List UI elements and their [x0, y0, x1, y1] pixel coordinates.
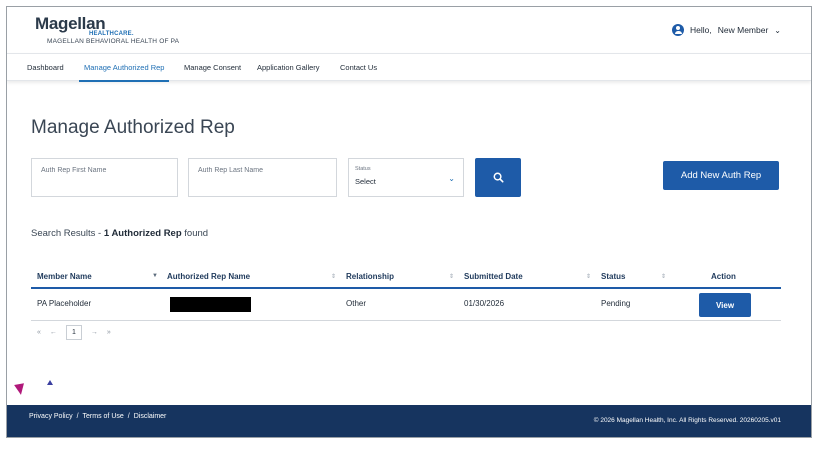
next-page-icon[interactable]: → — [91, 329, 98, 336]
status-cell: Pending — [601, 299, 631, 308]
footer-separator: / — [127, 413, 130, 420]
app-frame: Magellan HEALTHCARE. MAGELLAN BEHAVIORAL… — [6, 6, 812, 438]
sort-icon[interactable]: ⇕ — [586, 273, 591, 280]
chevron-down-icon: ⌄ — [448, 174, 455, 183]
first-name-input[interactable] — [32, 159, 177, 196]
footer-separator: / — [76, 413, 79, 420]
prev-page-icon[interactable]: ← — [50, 329, 57, 336]
col-status[interactable]: Status — [601, 272, 625, 281]
col-action: Action — [711, 272, 736, 281]
col-authorized-rep-name[interactable]: Authorized Rep Name — [167, 272, 250, 281]
first-name-field[interactable] — [31, 158, 178, 197]
pagination: « ← 1 → » — [37, 325, 111, 340]
view-button[interactable]: View — [699, 293, 751, 317]
page-title: Manage Authorized Rep — [31, 117, 235, 138]
search-icon — [493, 172, 504, 183]
org-name: MAGELLAN BEHAVIORAL HEALTH OF PA — [47, 38, 180, 45]
copyright-text: © 2026 Magellan Health, Inc. All Rights … — [593, 417, 781, 424]
footer-links: Privacy Policy / Terms of Use / Disclaim… — [29, 413, 166, 420]
user-avatar-icon — [672, 24, 685, 36]
relationship-cell: Other — [346, 299, 367, 308]
page-number-current[interactable]: 1 — [65, 325, 82, 340]
results-count: 1 Authorized Rep — [103, 228, 182, 239]
nav-application-gallery[interactable]: Application Gallery — [257, 54, 320, 82]
nav-dashboard[interactable]: Dashboard — [27, 54, 64, 82]
nav-manage-consent[interactable]: Manage Consent — [184, 54, 241, 82]
nav-contact-us[interactable]: Contact Us — [340, 54, 377, 82]
chevron-down-icon: ⌄ — [774, 25, 781, 35]
col-relationship[interactable]: Relationship — [346, 272, 394, 281]
search-button[interactable] — [475, 158, 521, 197]
table-row: PA Placeholder Other 01/30/2026 Pending … — [31, 289, 781, 321]
footer-link-disclaimer[interactable]: Disclaimer — [134, 413, 167, 420]
status-value: Select — [355, 177, 376, 186]
status-label: Status — [355, 166, 371, 172]
last-name-field[interactable] — [188, 158, 337, 197]
table-header: Member Name ▼ Authorized Rep Name ⇕ Rela… — [31, 265, 781, 289]
main-nav: Dashboard Manage Authorized Rep Manage C… — [7, 53, 811, 82]
cursor-mark-icon — [14, 383, 26, 396]
sort-icon[interactable]: ⇕ — [449, 273, 454, 280]
first-page-icon[interactable]: « — [37, 329, 41, 336]
sort-desc-icon[interactable]: ▼ — [152, 273, 158, 279]
member-name-cell: PA Placeholder — [37, 299, 92, 308]
submitted-date-cell: 01/30/2026 — [464, 299, 505, 308]
triangle-mark-icon — [47, 380, 53, 385]
footer-link-privacy-policy[interactable]: Privacy Policy — [29, 413, 73, 420]
footer-link-terms-of-use[interactable]: Terms of Use — [83, 413, 124, 420]
search-results-summary: Search Results - 1 Authorized Rep found — [31, 228, 208, 239]
user-name: New Member — [717, 25, 769, 35]
footer: Privacy Policy / Terms of Use / Disclaim… — [7, 405, 811, 437]
nav-manage-authorized-rep[interactable]: Manage Authorized Rep — [79, 54, 170, 82]
results-suffix: found — [181, 228, 209, 239]
status-select[interactable]: Status Select ⌄ — [348, 158, 464, 197]
sort-icon[interactable]: ⇕ — [331, 273, 336, 280]
header: Magellan HEALTHCARE. MAGELLAN BEHAVIORAL… — [7, 7, 811, 51]
col-member-name[interactable]: Member Name — [37, 272, 92, 281]
results-prefix: Search Results - — [31, 228, 104, 239]
redacted-authorized-rep-name — [170, 297, 251, 312]
last-page-icon[interactable]: » — [107, 329, 111, 336]
col-submitted-date[interactable]: Submitted Date — [464, 272, 523, 281]
magellan-logo[interactable]: Magellan HEALTHCARE. — [35, 14, 134, 37]
add-new-auth-rep-button[interactable]: Add New Auth Rep — [663, 161, 779, 190]
authorized-rep-table: Member Name ▼ Authorized Rep Name ⇕ Rela… — [31, 265, 781, 321]
user-menu[interactable]: Hello, New Member ⌄ — [672, 24, 781, 36]
greeting-text: Hello, — [690, 25, 712, 35]
last-name-input[interactable] — [189, 159, 336, 196]
logo-subtext: HEALTHCARE. — [89, 31, 134, 37]
sort-icon[interactable]: ⇕ — [661, 273, 666, 280]
